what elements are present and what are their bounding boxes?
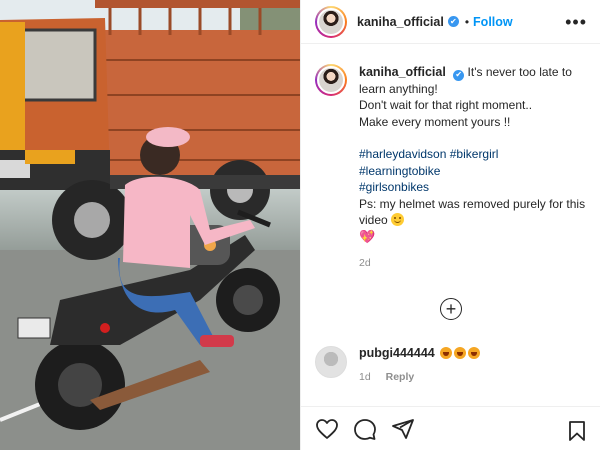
heart-emoji-icon: 💖	[359, 228, 376, 244]
hashtag-link[interactable]: #learningtobike	[359, 164, 440, 178]
load-more-comments-button[interactable]: +	[440, 298, 462, 320]
caption-section: kaniha_official ✔ It's never too late to…	[315, 64, 591, 272]
caption-username[interactable]: kaniha_official	[359, 65, 446, 79]
caption-avatar[interactable]	[315, 64, 347, 96]
comment-timestamp: 1d	[359, 371, 371, 383]
smiling-emoji-icon	[391, 213, 405, 227]
rider-cap	[146, 127, 190, 147]
caption-verified-badge-icon: ✔	[453, 69, 465, 81]
caption-line-3: Make every moment yours !!	[359, 114, 511, 129]
header-username[interactable]: kaniha_official	[357, 15, 444, 29]
laughing-emoji-icon	[440, 347, 453, 359]
comment-icon[interactable]	[353, 417, 377, 441]
reply-button[interactable]: Reply	[386, 371, 415, 383]
caption-line-2: Don't wait for that right moment..	[359, 98, 533, 113]
verified-badge-icon: ✔	[447, 16, 459, 27]
hashtag-link[interactable]: #bikergirl	[450, 147, 499, 161]
hashtag-link[interactable]: #girlsonbikes	[359, 180, 429, 194]
hashtag-link[interactable]: #harleydavidson	[359, 147, 446, 161]
more-options-icon[interactable]: •••	[565, 13, 587, 31]
bookmark-icon[interactable]	[565, 419, 589, 443]
follow-button[interactable]: Follow	[473, 15, 513, 29]
post-header: kaniha_official ✔ • Follow •••	[301, 0, 600, 44]
commenter-avatar[interactable]	[315, 346, 347, 378]
post-sidebar: kaniha_official ✔ • Follow ••• kaniha_of…	[300, 0, 600, 450]
laughing-emoji-icon	[468, 347, 481, 359]
profile-avatar[interactable]	[315, 5, 347, 38]
caption-text: kaniha_official ✔ It's never too late to…	[359, 64, 591, 272]
caption-timestamp: 2d	[359, 257, 371, 270]
action-bar	[301, 406, 600, 450]
heart-icon[interactable]	[315, 417, 339, 441]
motorcycle-photo-illustration	[0, 0, 300, 450]
comment-item: pubgi444444 1d Reply	[315, 346, 595, 383]
comment-username[interactable]: pubgi444444	[359, 346, 435, 360]
truck-cargo	[95, 30, 300, 180]
laughing-emoji-icon	[454, 347, 467, 359]
separator-dot: •	[464, 14, 470, 29]
post-photo[interactable]	[0, 0, 300, 450]
share-icon[interactable]	[391, 417, 415, 441]
